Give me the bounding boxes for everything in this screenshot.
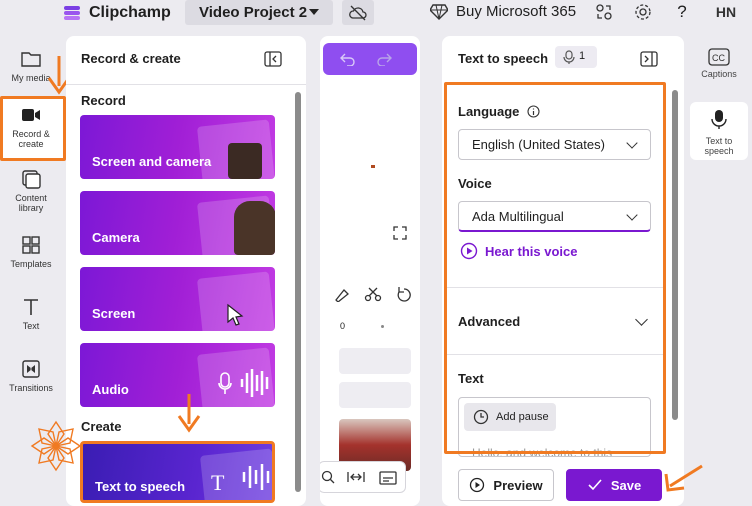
ruler-tick (381, 325, 384, 328)
rail-item-templates[interactable]: Templates (0, 234, 62, 269)
buy-microsoft-365-label: Buy Microsoft 365 (456, 3, 577, 20)
create-section-label: Create (81, 419, 122, 434)
text-to-speech-card[interactable]: T Text to speech (80, 441, 275, 503)
transitions-icon (22, 360, 40, 378)
annotation-highlight-box (444, 82, 666, 454)
timeline-ruler-start: 0 (340, 321, 346, 331)
help-icon[interactable]: ? (672, 2, 692, 22)
waveform-icon (242, 464, 270, 490)
project-name-dropdown[interactable]: Video Project 2 (185, 0, 333, 25)
tts-usage-badge: 1 (555, 46, 597, 68)
rail-item-label: Record & create (12, 129, 50, 149)
microphone-waveform-icon (218, 369, 269, 397)
annotation-arrow-left-icon (664, 464, 703, 492)
rail-item-content-library[interactable]: Content library (0, 168, 62, 213)
timeline-track[interactable] (339, 382, 411, 408)
card-label: Screen (92, 306, 136, 321)
folder-icon (21, 52, 41, 67)
badge-count: 1 (579, 50, 586, 62)
preview-button[interactable]: Preview (458, 469, 554, 501)
rail-item-label: Text (22, 321, 40, 331)
cursor-icon (227, 303, 244, 326)
app-name: Clipchamp (89, 4, 171, 21)
project-name: Video Project 2 (199, 4, 308, 21)
undo-redo-bar (323, 43, 417, 75)
text-t-icon (24, 299, 38, 315)
preview-label: Preview (493, 477, 543, 493)
rail-item-label: Text to speech (704, 136, 734, 156)
content-library-icon (22, 170, 41, 189)
clipchamp-logo-icon (64, 6, 80, 20)
panel-divider (66, 84, 306, 85)
play-circle-icon (470, 477, 485, 493)
templates-icon (22, 236, 40, 254)
save-label: Save (610, 477, 642, 493)
video-camera-icon (22, 109, 40, 121)
scissors-icon[interactable] (364, 286, 382, 302)
rail-item-text-to-speech[interactable]: Text to speech (690, 102, 748, 160)
tts-panel-scrollbar[interactable] (672, 90, 678, 420)
microphone-sparkle-icon (711, 110, 727, 129)
share-icon[interactable] (594, 2, 614, 22)
fullscreen-icon[interactable] (393, 226, 407, 240)
rail-item-label: Templates (10, 259, 52, 269)
annotation-arrow-down-icon (177, 394, 201, 433)
rail-item-text[interactable]: Text (0, 296, 62, 331)
panel-title: Record & create (81, 51, 181, 66)
cloud-sync-button[interactable] (342, 0, 374, 25)
top-bar: Clipchamp Video Project 2 Buy Microsoft … (0, 0, 752, 30)
zoom-controls (320, 461, 406, 493)
text-t-icon: T (211, 470, 225, 495)
rail-item-captions[interactable]: CC Captions (690, 48, 748, 79)
screen-card[interactable]: Screen (80, 267, 275, 331)
zoom-out-icon[interactable] (321, 470, 335, 484)
gear-icon[interactable] (633, 2, 653, 22)
save-button[interactable]: Save (566, 469, 662, 501)
redo-icon[interactable] (376, 52, 392, 66)
collapse-panel-icon[interactable] (264, 51, 282, 67)
preview-dot (371, 165, 375, 168)
voice-icon (563, 50, 575, 64)
caption-track-icon[interactable] (379, 471, 397, 485)
avatar[interactable]: HN (708, 0, 744, 25)
buy-microsoft-365-button[interactable]: Buy Microsoft 365 (430, 3, 576, 20)
rail-item-label: Transitions (9, 383, 53, 393)
camera-card[interactable]: Camera (80, 191, 275, 255)
rail-item-label: Content library (15, 193, 47, 213)
svg-text:CC: CC (712, 53, 725, 63)
card-label: Audio (92, 382, 129, 397)
rail-item-record-create[interactable]: Record & create (0, 104, 62, 149)
checkmark-icon (588, 479, 602, 491)
card-label: Text to speech (95, 479, 186, 494)
timeline-track[interactable] (339, 348, 411, 374)
fit-width-icon[interactable] (347, 471, 365, 483)
cloud-off-icon (349, 5, 367, 21)
card-label: Camera (92, 230, 140, 245)
panel-scrollbar[interactable] (295, 92, 301, 492)
rail-item-transitions[interactable]: Transitions (0, 358, 62, 393)
rewind-icon[interactable] (395, 286, 413, 302)
person-thumbnail (234, 201, 275, 255)
undo-icon[interactable] (340, 52, 356, 66)
panel-title: Text to speech (458, 51, 549, 66)
captions-cc-icon: CC (708, 48, 730, 66)
close-panel-icon[interactable] (640, 51, 658, 67)
rail-item-label: Captions (701, 69, 737, 79)
split-magic-icon[interactable] (333, 286, 351, 302)
diamond-icon (430, 3, 448, 20)
person-thumbnail (228, 143, 262, 179)
preview-timeline-area: 0 (320, 36, 420, 506)
caret-down-icon (309, 9, 319, 15)
record-section-label: Record (81, 93, 126, 108)
card-label: Screen and camera (92, 154, 212, 169)
screen-and-camera-card[interactable]: Screen and camera (80, 115, 275, 179)
flower-watermark-icon (30, 420, 82, 472)
